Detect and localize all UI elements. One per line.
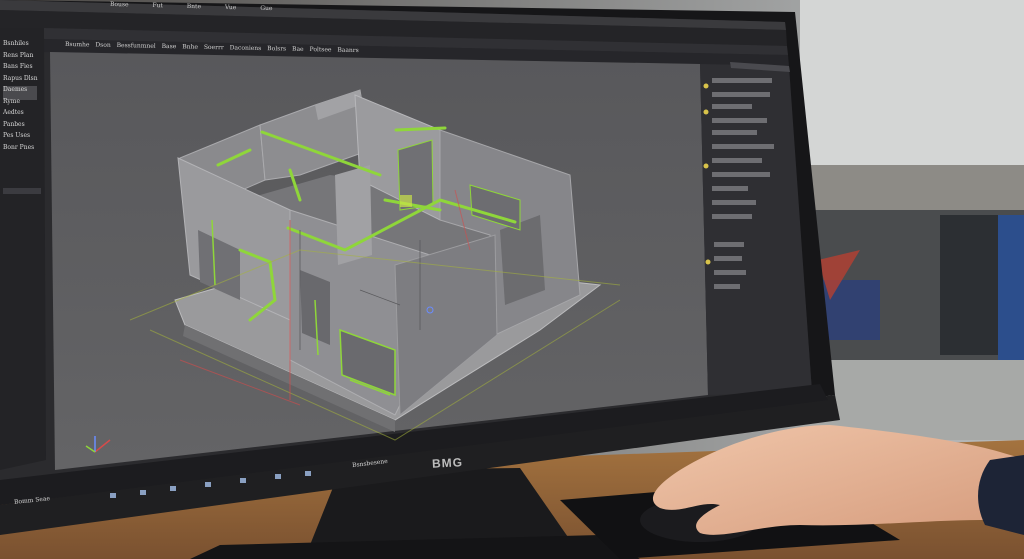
tab[interactable]: Base [162,43,177,50]
tab[interactable]: Soerrr [204,44,224,51]
browser-item[interactable]: Rens Plan [3,50,43,62]
tab[interactable]: Bolsrs [267,45,286,52]
browser-item[interactable]: Bonr Pnes [3,142,43,154]
tab[interactable]: Bnhe [182,43,198,50]
browser-item[interactable]: Bans Fies [3,61,43,73]
menu-item[interactable]: Bouse [110,1,129,8]
menu-item[interactable]: Gue [260,5,272,12]
tab[interactable]: Bae [292,46,304,53]
monitor-brand-logo: BMG [431,455,464,471]
browser-item[interactable]: Daemes [3,84,43,96]
project-browser[interactable]: Bsnhiles Rens Plan Bans Fies Rapus Dlsn … [3,38,43,153]
browser-item[interactable]: Bsnhiles [3,38,43,50]
menu-item[interactable]: Vue [225,4,237,11]
browser-item[interactable]: Panbes [3,119,43,131]
photo-scene [0,0,1024,559]
menu-item[interactable]: Fut [152,2,163,9]
tab[interactable]: Bsumhe Dson [65,41,111,49]
menu-item[interactable]: Bnte [187,3,201,10]
browser-item[interactable]: Ryme [3,96,43,108]
browser-item[interactable]: Aedtes [3,107,43,119]
tab[interactable]: Poltsee [309,46,331,53]
tab[interactable]: Bessfunmnel [117,42,156,50]
tab[interactable]: Daconiens [230,44,262,52]
browser-item[interactable]: Rapus Dlsn [3,73,43,85]
tab[interactable]: Baanrs [337,47,359,54]
browser-item[interactable]: Pes Uses [3,130,43,142]
